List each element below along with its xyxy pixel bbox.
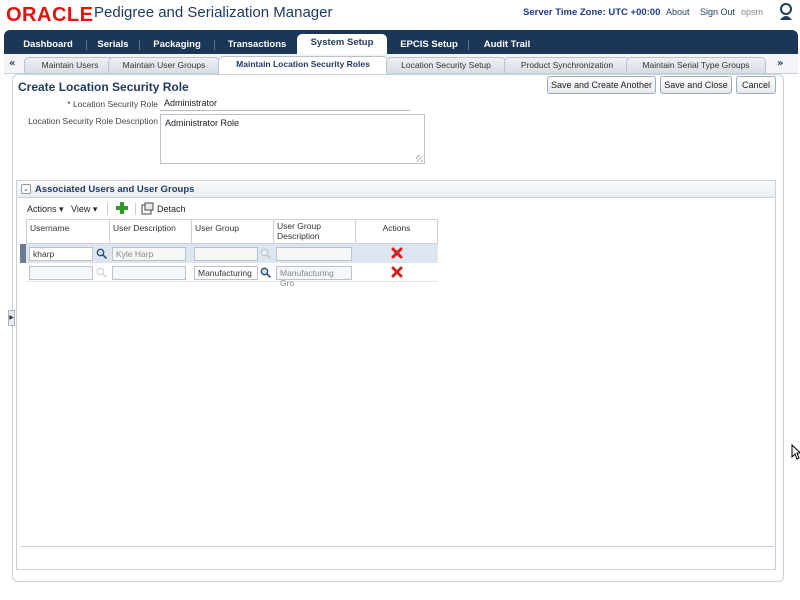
location-security-role-field[interactable]: Administrator (160, 96, 410, 111)
section-title: Associated Users and User Groups (35, 184, 195, 195)
col-header-actions: Actions (356, 219, 438, 244)
search-icon[interactable] (96, 248, 107, 259)
user-group-description-field: Manufacturing Gro (276, 266, 352, 288)
tab-audit-trail[interactable]: Audit Trail (469, 36, 545, 54)
role-description-value: Administrator Role (165, 118, 240, 128)
detach-icon[interactable] (141, 202, 154, 215)
role-description-textarea[interactable]: Administrator Role (160, 114, 425, 164)
mouse-cursor-icon (791, 444, 800, 460)
save-and-create-another-button[interactable]: Save and Create Another (547, 76, 656, 94)
search-icon (96, 267, 107, 278)
user-name-label: opsm (741, 7, 764, 17)
search-icon[interactable] (260, 267, 271, 278)
user-group-input[interactable]: Manufacturing (194, 266, 258, 280)
user-group-description-field (276, 247, 352, 261)
collapse-chevron-icon[interactable]: ⌄ (21, 184, 31, 194)
col-header-user-description[interactable]: User Description (110, 219, 192, 244)
view-menu[interactable]: View ▾ (71, 204, 97, 215)
table-toolbar: Actions ▾ View ▾ Detach (17, 199, 775, 219)
subtab-location-security-setup[interactable]: Location Security Setup (386, 57, 506, 73)
delete-icon[interactable] (391, 266, 403, 278)
search-icon (260, 248, 271, 259)
col-header-username[interactable]: Username (26, 219, 110, 244)
location-security-role-label: * Location Security Role (67, 99, 158, 109)
save-and-close-button[interactable]: Save and Close (660, 76, 732, 94)
subtab-maintain-serial-type-groups[interactable]: Maintain Serial Type Groups (626, 57, 766, 73)
subtab-maintain-location-security-roles[interactable]: Maintain Location Security Roles (218, 56, 388, 74)
col-header-user-group[interactable]: User Group (192, 219, 274, 244)
col-header-user-group-description[interactable]: User Group Description (274, 219, 356, 244)
tab-system-setup[interactable]: System Setup (297, 34, 387, 54)
detach-label[interactable]: Detach (157, 204, 186, 214)
cancel-button[interactable]: Cancel (736, 76, 776, 94)
row-selected-marker (20, 244, 26, 263)
main-nav-tabs: Dashboard Serials Packaging Transactions… (4, 30, 798, 54)
sub-tabs-scroll-left-icon[interactable]: « (9, 58, 15, 69)
app-title: Pedigree and Serialization Manager (94, 4, 333, 21)
sign-out-link[interactable]: Sign Out (700, 7, 735, 17)
subtab-product-synchronization[interactable]: Product Synchronization (504, 57, 630, 73)
delete-icon[interactable] (391, 247, 403, 259)
resize-grip-icon[interactable] (416, 155, 423, 162)
associated-users-section: ⌄ Associated Users and User Groups Actio… (16, 180, 776, 570)
tab-serials[interactable]: Serials (87, 36, 139, 54)
tab-epcis-setup[interactable]: EPCIS Setup (390, 36, 468, 54)
role-description-label: Location Security Role Description (28, 116, 158, 126)
subtab-maintain-users[interactable]: Maintain Users (24, 57, 116, 73)
tab-transactions[interactable]: Transactions (215, 36, 299, 54)
user-group-input (194, 247, 258, 261)
oracle-logo: ORACLE (6, 4, 94, 26)
user-description-field: Kyle Harp (112, 247, 186, 261)
add-row-icon[interactable] (115, 201, 129, 215)
app-header: ORACLE Pedigree and Serialization Manage… (0, 0, 800, 28)
username-input (29, 266, 93, 280)
table-footer-divider (20, 546, 774, 547)
tab-dashboard[interactable]: Dashboard (10, 36, 86, 54)
user-profile-icon[interactable] (778, 3, 794, 21)
username-input[interactable]: kharp (29, 247, 93, 261)
side-panel-expand-icon[interactable]: ▶ (8, 310, 15, 326)
section-header: ⌄ Associated Users and User Groups (17, 181, 775, 198)
server-time-zone: Server Time Zone: UTC +00:00 (523, 7, 661, 18)
page-title: Create Location Security Role (18, 80, 189, 94)
subtab-maintain-user-groups[interactable]: Maintain User Groups (108, 57, 220, 73)
tab-packaging[interactable]: Packaging (140, 36, 214, 54)
user-description-field (112, 266, 186, 280)
about-link[interactable]: About (666, 7, 690, 17)
sub-tabs-scroll-right-icon[interactable]: » (777, 58, 783, 69)
sub-nav-tabs: « Maintain Users Maintain User Groups Ma… (4, 54, 798, 74)
actions-menu[interactable]: Actions ▾ (27, 204, 64, 215)
